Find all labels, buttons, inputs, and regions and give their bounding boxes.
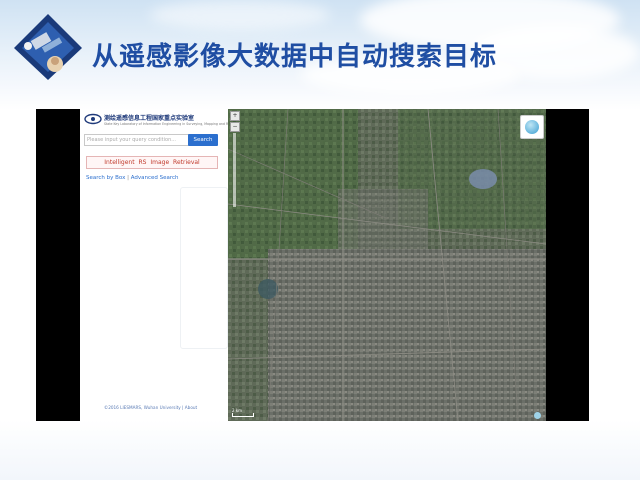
satellite-logo-icon bbox=[14, 14, 82, 80]
globe-view-button[interactable] bbox=[520, 115, 544, 139]
brand-header: 测绘遥感信息工程国家重点实验室 State Key Laboratory of … bbox=[84, 111, 252, 133]
zoom-slider[interactable] bbox=[233, 133, 236, 207]
satellite-imagery bbox=[228, 109, 546, 421]
slide-bottom-fade bbox=[0, 420, 640, 480]
results-panel-outline bbox=[180, 187, 228, 349]
zoom-control: + − bbox=[230, 111, 240, 211]
zoom-in-button[interactable]: + bbox=[230, 111, 240, 121]
footer-text[interactable]: ©2016 LIESMARS, Wuhan University | About bbox=[104, 405, 197, 410]
search-panel: 测绘遥感信息工程国家重点实验室 State Key Laboratory of … bbox=[80, 109, 252, 421]
map-corner-icon[interactable] bbox=[534, 412, 541, 419]
eye-logo-icon bbox=[84, 113, 102, 125]
zoom-out-button[interactable]: − bbox=[230, 122, 240, 132]
globe-icon bbox=[525, 120, 539, 134]
map-scale: 2 km bbox=[232, 408, 254, 417]
search-by-box-link[interactable]: Search by Box bbox=[86, 175, 125, 181]
slide-title: 从遥感影像大数据中自动搜索目标 bbox=[92, 42, 498, 72]
tab-intelligent-retrieval[interactable]: Intelligent RS Image Retrieval bbox=[86, 156, 218, 169]
advanced-search-link[interactable]: Advanced Search bbox=[131, 175, 179, 181]
search-button[interactable]: Search bbox=[188, 134, 218, 146]
brand-name: 测绘遥感信息工程国家重点实验室 bbox=[104, 115, 195, 122]
satellite-map[interactable] bbox=[228, 109, 546, 421]
search-input[interactable]: Please input your query condition... bbox=[84, 134, 190, 146]
link-separator: | bbox=[127, 175, 129, 181]
search-mode-links: Search by Box | Advanced Search bbox=[86, 175, 179, 181]
scale-bar bbox=[232, 413, 254, 417]
